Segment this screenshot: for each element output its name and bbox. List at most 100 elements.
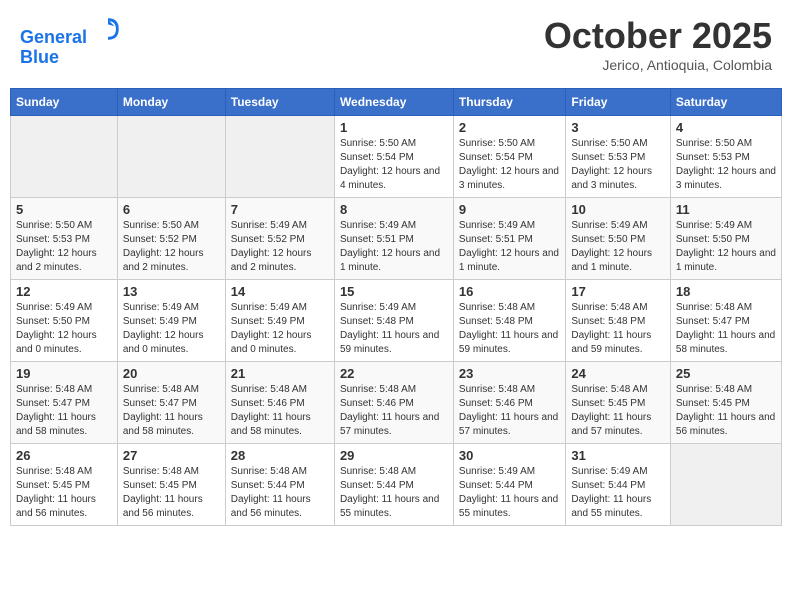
day-number: 17 — [571, 284, 665, 299]
day-info: Sunrise: 5:48 AMSunset: 5:46 PMDaylight:… — [459, 383, 560, 439]
calendar-cell: 15 Sunrise: 5:49 AMSunset: 5:48 PMDayligh… — [334, 280, 453, 362]
weekday-header-friday: Friday — [566, 89, 671, 116]
calendar-cell: 7 Sunrise: 5:49 AMSunset: 5:52 PMDaylight… — [225, 198, 334, 280]
day-number: 12 — [16, 284, 112, 299]
day-number: 2 — [459, 120, 560, 135]
day-info: Sunrise: 5:50 AMSunset: 5:53 PMDaylight:… — [676, 137, 776, 193]
calendar-cell: 13 Sunrise: 5:49 AMSunset: 5:49 PMDayligh… — [117, 280, 225, 362]
day-info: Sunrise: 5:50 AMSunset: 5:54 PMDaylight:… — [340, 137, 448, 193]
calendar-cell: 19 Sunrise: 5:48 AMSunset: 5:47 PMDayligh… — [11, 362, 118, 444]
day-info: Sunrise: 5:48 AMSunset: 5:48 PMDaylight:… — [571, 301, 665, 357]
calendar-cell: 8 Sunrise: 5:49 AMSunset: 5:51 PMDaylight… — [334, 198, 453, 280]
day-info: Sunrise: 5:49 AMSunset: 5:49 PMDaylight:… — [231, 301, 329, 357]
day-info: Sunrise: 5:49 AMSunset: 5:51 PMDaylight:… — [340, 219, 448, 275]
calendar-cell: 10Sunrise: 5:49 AMSunset: 5:50 PMDayligh… — [566, 198, 671, 280]
logo-text: General — [20, 15, 122, 48]
day-number: 16 — [459, 284, 560, 299]
day-info: Sunrise: 5:50 AMSunset: 5:53 PMDaylight:… — [16, 219, 112, 275]
calendar-cell: 20 Sunrise: 5:48 AMSunset: 5:47 PMDayligh… — [117, 362, 225, 444]
day-info: Sunrise: 5:49 AMSunset: 5:44 PMDaylight:… — [571, 465, 665, 521]
day-info: Sunrise: 5:49 AMSunset: 5:49 PMDaylight:… — [123, 301, 220, 357]
day-number: 5 — [16, 202, 112, 217]
calendar-cell — [11, 116, 118, 198]
day-info: Sunrise: 5:50 AMSunset: 5:53 PMDaylight:… — [571, 137, 665, 193]
calendar-cell: 28 Sunrise: 5:48 AMSunset: 5:44 PMDayligh… — [225, 444, 334, 526]
day-number: 31 — [571, 448, 665, 463]
calendar-cell — [225, 116, 334, 198]
calendar-cell: 18 Sunrise: 5:48 AMSunset: 5:47 PMDayligh… — [670, 280, 781, 362]
day-info: Sunrise: 5:48 AMSunset: 5:48 PMDaylight:… — [459, 301, 560, 357]
day-number: 7 — [231, 202, 329, 217]
day-number: 6 — [123, 202, 220, 217]
day-number: 8 — [340, 202, 448, 217]
day-info: Sunrise: 5:48 AMSunset: 5:45 PMDaylight:… — [16, 465, 112, 521]
calendar-cell: 17 Sunrise: 5:48 AMSunset: 5:48 PMDayligh… — [566, 280, 671, 362]
month-title: October 2025 — [544, 15, 772, 57]
calendar-cell: 3 Sunrise: 5:50 AMSunset: 5:53 PMDaylight… — [566, 116, 671, 198]
weekday-header-saturday: Saturday — [670, 89, 781, 116]
day-number: 19 — [16, 366, 112, 381]
day-number: 22 — [340, 366, 448, 381]
weekday-header-monday: Monday — [117, 89, 225, 116]
day-info: Sunrise: 5:49 AMSunset: 5:50 PMDaylight:… — [16, 301, 112, 357]
weekday-header-wednesday: Wednesday — [334, 89, 453, 116]
day-info: Sunrise: 5:49 AMSunset: 5:51 PMDaylight:… — [459, 219, 560, 275]
calendar-cell: 31 Sunrise: 5:49 AMSunset: 5:44 PMDayligh… — [566, 444, 671, 526]
calendar-cell — [117, 116, 225, 198]
day-number: 28 — [231, 448, 329, 463]
day-number: 30 — [459, 448, 560, 463]
day-info: Sunrise: 5:48 AMSunset: 5:46 PMDaylight:… — [231, 383, 329, 439]
day-number: 9 — [459, 202, 560, 217]
day-number: 23 — [459, 366, 560, 381]
day-info: Sunrise: 5:48 AMSunset: 5:47 PMDaylight:… — [123, 383, 220, 439]
day-info: Sunrise: 5:48 AMSunset: 5:44 PMDaylight:… — [340, 465, 448, 521]
calendar-cell: 9 Sunrise: 5:49 AMSunset: 5:51 PMDaylight… — [453, 198, 565, 280]
day-number: 3 — [571, 120, 665, 135]
day-info: Sunrise: 5:48 AMSunset: 5:44 PMDaylight:… — [231, 465, 329, 521]
day-info: Sunrise: 5:48 AMSunset: 5:46 PMDaylight:… — [340, 383, 448, 439]
calendar-cell: 29Sunrise: 5:48 AMSunset: 5:44 PMDayligh… — [334, 444, 453, 526]
calendar-cell: 6 Sunrise: 5:50 AMSunset: 5:52 PMDaylight… — [117, 198, 225, 280]
day-number: 21 — [231, 366, 329, 381]
calendar-cell: 1 Sunrise: 5:50 AMSunset: 5:54 PMDaylight… — [334, 116, 453, 198]
day-number: 4 — [676, 120, 776, 135]
weekday-header-sunday: Sunday — [11, 89, 118, 116]
day-info: Sunrise: 5:49 AMSunset: 5:52 PMDaylight:… — [231, 219, 329, 275]
calendar-cell: 21 Sunrise: 5:48 AMSunset: 5:46 PMDayligh… — [225, 362, 334, 444]
day-number: 15 — [340, 284, 448, 299]
day-number: 20 — [123, 366, 220, 381]
calendar-table: SundayMondayTuesdayWednesdayThursdayFrid… — [10, 88, 782, 526]
weekday-header-tuesday: Tuesday — [225, 89, 334, 116]
calendar-cell: 22 Sunrise: 5:48 AMSunset: 5:46 PMDayligh… — [334, 362, 453, 444]
location-subtitle: Jerico, Antioquia, Colombia — [544, 57, 772, 73]
day-info: Sunrise: 5:49 AMSunset: 5:50 PMDaylight:… — [676, 219, 776, 275]
day-info: Sunrise: 5:48 AMSunset: 5:45 PMDaylight:… — [571, 383, 665, 439]
day-info: Sunrise: 5:49 AMSunset: 5:50 PMDaylight:… — [571, 219, 665, 275]
day-info: Sunrise: 5:49 AMSunset: 5:44 PMDaylight:… — [459, 465, 560, 521]
day-info: Sunrise: 5:49 AMSunset: 5:48 PMDaylight:… — [340, 301, 448, 357]
calendar-cell: 26 Sunrise: 5:48 AMSunset: 5:45 PMDayligh… — [11, 444, 118, 526]
weekday-header-thursday: Thursday — [453, 89, 565, 116]
day-number: 13 — [123, 284, 220, 299]
logo-blue: Blue — [20, 48, 122, 68]
day-number: 18 — [676, 284, 776, 299]
title-area: October 2025 Jerico, Antioquia, Colombia — [544, 15, 772, 73]
day-number: 26 — [16, 448, 112, 463]
day-number: 14 — [231, 284, 329, 299]
day-info: Sunrise: 5:50 AMSunset: 5:52 PMDaylight:… — [123, 219, 220, 275]
calendar-cell: 14 Sunrise: 5:49 AMSunset: 5:49 PMDayligh… — [225, 280, 334, 362]
day-info: Sunrise: 5:50 AMSunset: 5:54 PMDaylight:… — [459, 137, 560, 193]
day-number: 24 — [571, 366, 665, 381]
calendar-cell: 30 Sunrise: 5:49 AMSunset: 5:44 PMDayligh… — [453, 444, 565, 526]
day-info: Sunrise: 5:48 AMSunset: 5:47 PMDaylight:… — [676, 301, 776, 357]
calendar-cell: 25Sunrise: 5:48 AMSunset: 5:45 PMDayligh… — [670, 362, 781, 444]
day-number: 27 — [123, 448, 220, 463]
day-number: 1 — [340, 120, 448, 135]
calendar-cell: 23 Sunrise: 5:48 AMSunset: 5:46 PMDayligh… — [453, 362, 565, 444]
calendar-cell: 5 Sunrise: 5:50 AMSunset: 5:53 PMDaylight… — [11, 198, 118, 280]
day-info: Sunrise: 5:48 AMSunset: 5:47 PMDaylight:… — [16, 383, 112, 439]
calendar-cell: 4 Sunrise: 5:50 AMSunset: 5:53 PMDaylight… — [670, 116, 781, 198]
calendar-cell: 12 Sunrise: 5:49 AMSunset: 5:50 PMDayligh… — [11, 280, 118, 362]
day-number: 11 — [676, 202, 776, 217]
calendar-cell: 24 Sunrise: 5:48 AMSunset: 5:45 PMDayligh… — [566, 362, 671, 444]
